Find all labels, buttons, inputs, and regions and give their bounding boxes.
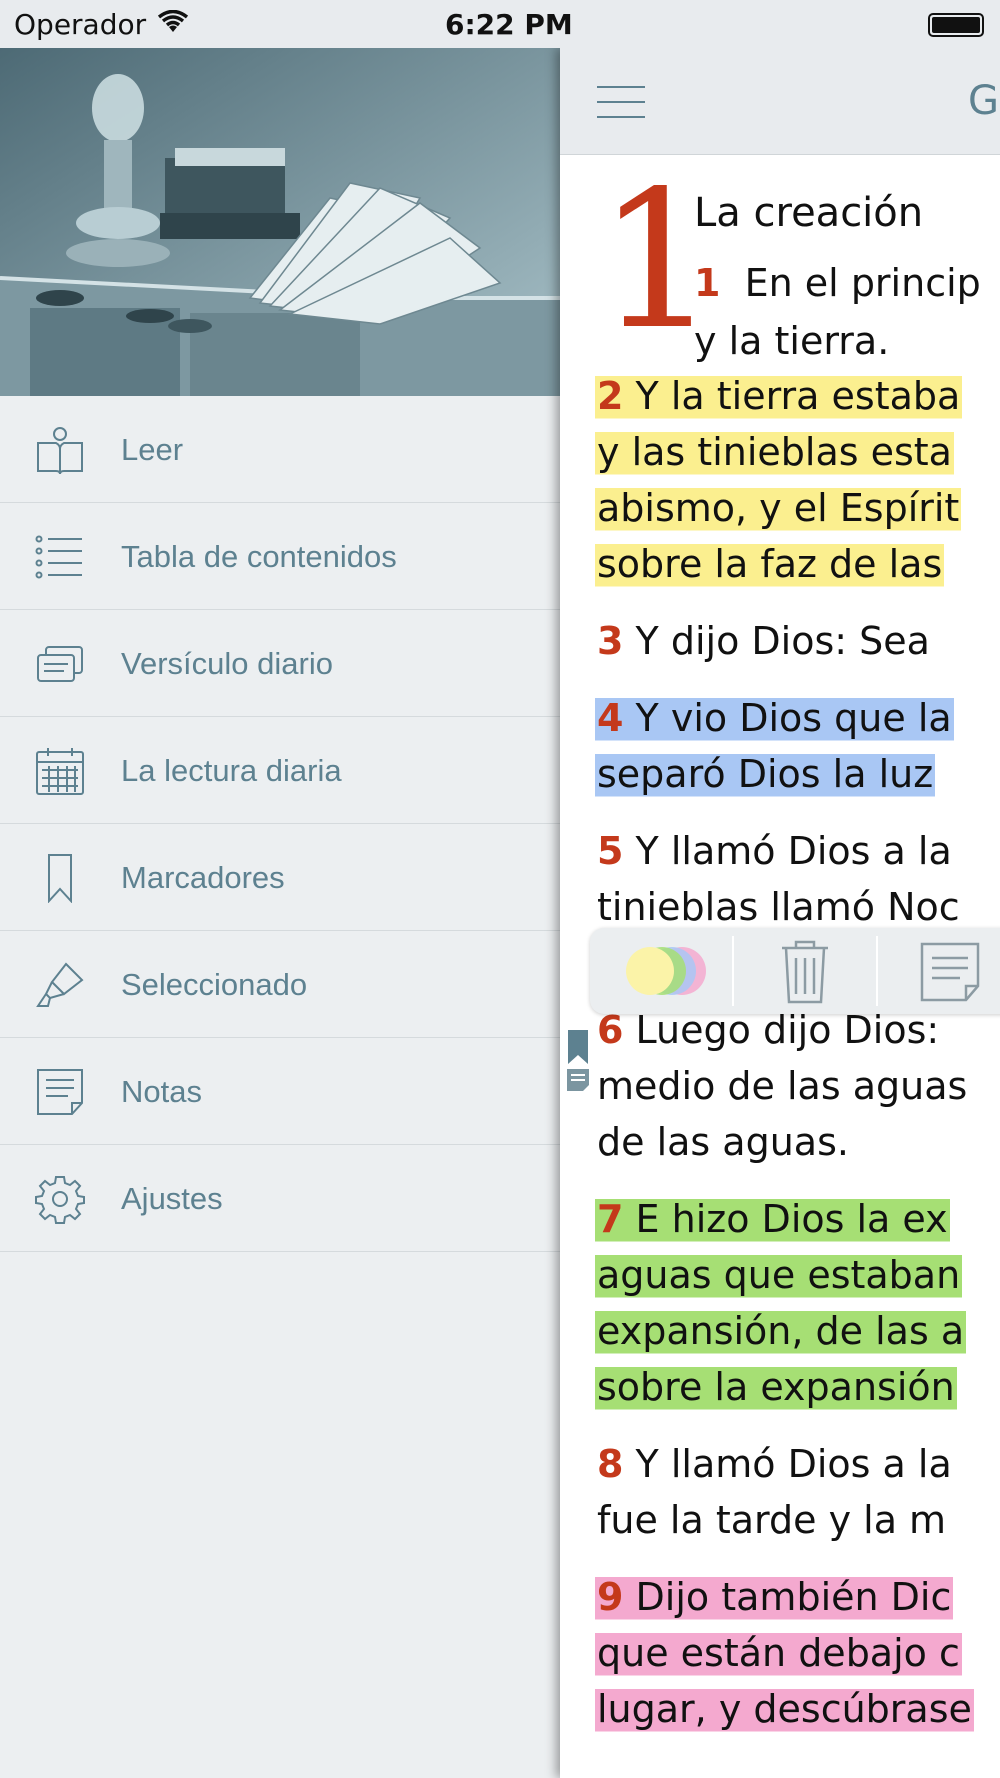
verse-text-line: E hizo Dios la ex — [635, 1197, 948, 1241]
side-menu: Leer Tabla de contenidos Versículo diari… — [0, 48, 560, 1778]
verse-text-line: separó Dios la luz — [595, 746, 936, 802]
highlighter-icon — [36, 962, 84, 1007]
bookmark-icon — [48, 854, 72, 903]
menu-label: La lectura diaria — [121, 753, 342, 788]
menu-item-leer[interactable]: Leer — [0, 396, 560, 503]
trash-icon — [782, 940, 828, 1004]
battery-icon — [928, 13, 984, 37]
verse-text-line: lugar, y descúbrase — [595, 1681, 974, 1737]
verse-text-line: que están debajo c — [595, 1625, 962, 1681]
verse-text-line: aguas que estaban — [595, 1247, 963, 1303]
menu-item-la-lectura-diaria[interactable]: La lectura diaria — [0, 717, 560, 824]
bookmark-marker-icon[interactable] — [566, 1030, 590, 1064]
menu-item-ajustes[interactable]: Ajustes — [0, 1145, 560, 1252]
section-title: La creación — [694, 190, 924, 236]
verse-number: 2 — [597, 374, 624, 418]
verse-action-toolbar — [590, 928, 1000, 1014]
menu-item-marcadores[interactable]: Marcadores — [0, 824, 560, 931]
verse-4[interactable]: 4 Y vio Dios que la separó Dios la luz — [595, 690, 1000, 802]
verse-text-line: tinieblas llamó Noc — [597, 885, 960, 929]
color-circles-icon — [626, 947, 706, 995]
note-marker-icon[interactable] — [566, 1068, 590, 1092]
verse-5[interactable]: 5 Y llamó Dios a la tinieblas llamó Noc — [597, 823, 1000, 935]
highlight-color-button[interactable] — [590, 928, 732, 1014]
list-icon — [35, 535, 82, 579]
verse-2[interactable]: 2 Y la tierra estaba y las tinieblas est… — [595, 368, 1000, 592]
verse-number: 7 — [597, 1197, 624, 1241]
verse-text-line: de las aguas. — [597, 1120, 849, 1164]
verse-text-line: En el princip — [744, 261, 981, 305]
hamburger-menu-icon[interactable] — [597, 86, 645, 118]
calendar-icon — [36, 748, 84, 795]
menu-label: Marcadores — [121, 860, 285, 895]
chapter-text: 2 Y la tierra estaba y las tinieblas est… — [595, 368, 1000, 1758]
verse-text-line: y la tierra. — [694, 319, 890, 363]
cards-icon — [37, 646, 83, 682]
menu-label: Notas — [121, 1074, 202, 1109]
wifi-icon — [157, 10, 189, 32]
verse-text-line: Y llamó Dios a la — [635, 1442, 952, 1486]
carrier-label: Operador — [14, 8, 147, 41]
verse-1-continued[interactable]: y la tierra. — [694, 319, 889, 363]
gear-icon — [35, 1176, 85, 1224]
verse-number: 3 — [597, 619, 624, 663]
verse-6[interactable]: 6 Luego dijo Dios: medio de las aguas de… — [597, 1002, 1000, 1170]
menu-label: Seleccionado — [121, 967, 308, 1002]
verse-number: 8 — [597, 1442, 624, 1486]
book-title[interactable]: G — [968, 78, 999, 124]
verse-1[interactable]: 1 En el princip — [694, 261, 981, 305]
verse-9[interactable]: 9 Dijo también Dic que están debajo c lu… — [595, 1569, 1000, 1737]
verse-text-line: Luego dijo Dios: — [635, 1008, 940, 1052]
menu-label: Tabla de contenidos — [121, 539, 397, 574]
header-image — [0, 48, 560, 396]
verse-text-line: medio de las aguas — [597, 1064, 968, 1108]
verse-text-line: sobre la faz de las — [595, 536, 945, 592]
note-icon — [920, 942, 980, 1002]
verse-8[interactable]: 8 Y llamó Dios a la fue la tarde y la m — [597, 1436, 1000, 1548]
verse-markers — [566, 1030, 590, 1096]
verse-text-line: y las tinieblas esta — [595, 424, 954, 480]
verse-3[interactable]: 3 Y dijo Dios: Sea — [597, 613, 1000, 669]
verse-number: 6 — [597, 1008, 624, 1052]
verse-number: 1 — [694, 261, 721, 305]
verse-text-line: fue la tarde y la m — [597, 1498, 947, 1542]
menu-label: Leer — [121, 432, 184, 467]
status-bar: Operador 6:22 PM — [0, 0, 1000, 48]
menu-item-seleccionado[interactable]: Seleccionado — [0, 931, 560, 1038]
menu-item-versiculo-diario[interactable]: Versículo diario — [0, 610, 560, 717]
verse-text-line: abismo, y el Espírit — [595, 480, 962, 536]
menu-list: Leer Tabla de contenidos Versículo diari… — [0, 396, 560, 1252]
verse-text-line: Y la tierra estaba — [635, 374, 961, 418]
menu-label: Ajustes — [121, 1181, 223, 1216]
verse-text-line: Y llamó Dios a la — [635, 829, 952, 873]
verse-text-line: expansión, de las a — [595, 1303, 967, 1359]
menu-item-tabla-de-contenidos[interactable]: Tabla de contenidos — [0, 503, 560, 610]
reader-panel[interactable]: G 1 La creación 1 En el princip y la tie… — [560, 48, 1000, 1778]
reader-top-bar: G — [560, 48, 1000, 155]
note-icon — [37, 1069, 83, 1115]
clock: 6:22 PM — [445, 8, 573, 41]
verse-text-line: sobre la expansión — [595, 1359, 957, 1415]
verse-7[interactable]: 7 E hizo Dios la ex aguas que estaban ex… — [595, 1191, 1000, 1415]
verse-text-line: Dijo también Dic — [635, 1575, 952, 1619]
verse-number: 5 — [597, 829, 624, 873]
delete-button[interactable] — [734, 928, 876, 1014]
menu-label: Versículo diario — [121, 646, 333, 681]
verse-text-line: Y vio Dios que la — [635, 696, 952, 740]
verse-number: 9 — [597, 1575, 624, 1619]
open-book-icon — [37, 427, 83, 475]
verse-text-line: Y dijo Dios: Sea — [635, 619, 930, 663]
menu-item-notas[interactable]: Notas — [0, 1038, 560, 1145]
verse-number: 4 — [597, 696, 624, 740]
add-note-button[interactable] — [878, 928, 1000, 1014]
